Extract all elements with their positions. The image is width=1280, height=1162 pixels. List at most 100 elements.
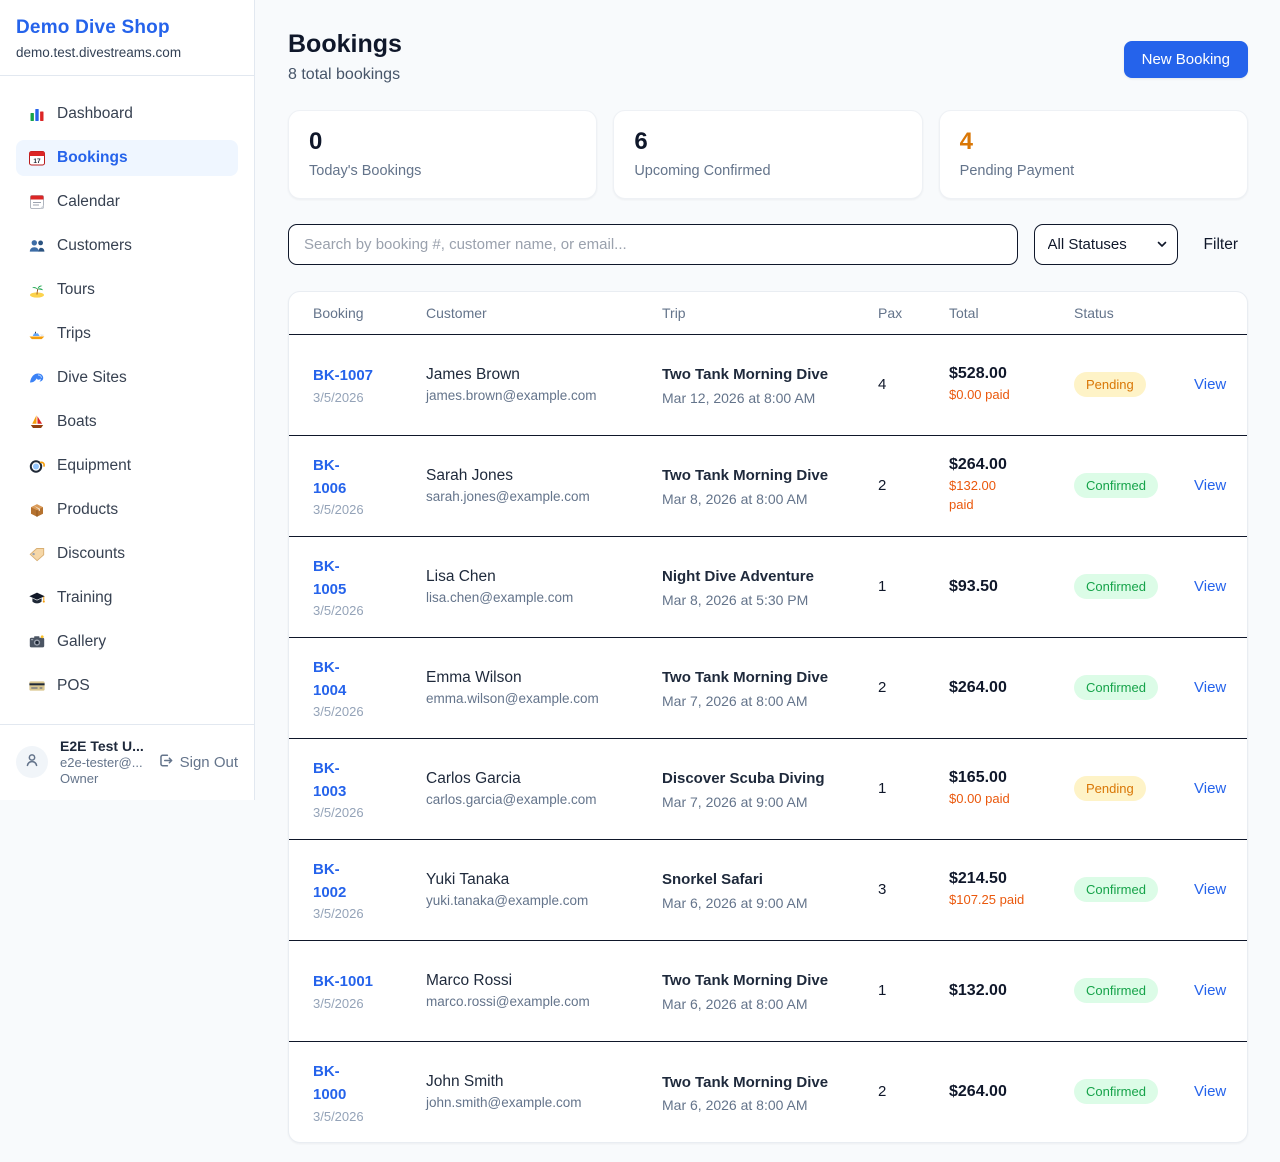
user-role: Owner (60, 771, 145, 786)
table-row: BK-10003/5/2026John Smithjohn.smith@exam… (289, 1041, 1248, 1142)
trip-name: Discover Scuba Diving (662, 767, 847, 790)
total-amount: $93.50 (949, 578, 1074, 596)
view-link[interactable]: View (1194, 780, 1226, 797)
sidebar-item-tours[interactable]: Tours (16, 272, 238, 308)
customer-email: emma.wilson@example.com (426, 691, 662, 706)
trip-time: Mar 8, 2026 at 8:00 AM (662, 491, 878, 507)
trip-name: Snorkel Safari (662, 868, 847, 891)
paid-amount: $107.25 paid (949, 891, 1074, 910)
booking-id-link[interactable]: BK-1005 (313, 555, 426, 602)
sidebar-item-label: Trips (57, 325, 91, 343)
user-info: E2E Test U... e2e-tester@... Owner (60, 738, 145, 786)
sidebar-item-pos[interactable]: POS (16, 668, 238, 704)
avatar (16, 746, 48, 778)
main-content: Bookings 8 total bookings New Booking 0T… (255, 0, 1280, 1143)
diving-mask-icon (28, 457, 46, 475)
sidebar-item-label: Boats (57, 413, 97, 431)
column-header-status: Status (1074, 292, 1194, 334)
graduation-cap-icon (28, 589, 46, 607)
total-amount: $264.00 (949, 456, 1074, 474)
sidebar-item-equipment[interactable]: Equipment (16, 448, 238, 484)
sailboat-icon (28, 413, 46, 431)
page-header: Bookings 8 total bookings New Booking (288, 30, 1248, 84)
booking-id-link[interactable]: BK-1006 (313, 454, 426, 501)
status-select[interactable]: All Statuses (1034, 224, 1178, 265)
sidebar-item-label: Calendar (57, 193, 120, 211)
paid-amount: $132.00paid (949, 477, 1011, 515)
paid-amount: $0.00 paid (949, 386, 1074, 405)
sidebar-item-label: Gallery (57, 633, 106, 651)
sidebar-item-discounts[interactable]: Discounts (16, 536, 238, 572)
booking-id-link[interactable]: BK-1003 (313, 757, 426, 804)
view-link[interactable]: View (1194, 982, 1226, 999)
booking-id-link[interactable]: BK-1004 (313, 656, 426, 703)
view-link[interactable]: View (1194, 477, 1226, 494)
new-booking-button[interactable]: New Booking (1124, 41, 1248, 78)
customer-name: John Smith (426, 1073, 662, 1091)
shop-name: Demo Dive Shop (16, 17, 238, 39)
search-input[interactable] (288, 224, 1018, 265)
sign-out-icon (157, 752, 174, 773)
paid-amount: $0.00 paid (949, 790, 1074, 809)
view-link[interactable]: View (1194, 881, 1226, 898)
total-amount: $214.50 (949, 870, 1074, 888)
trip-name: Two Tank Morning Dive (662, 666, 847, 689)
user-email: e2e-tester@... (60, 755, 145, 770)
table-row: BK-10013/5/2026Marco Rossimarco.rossi@ex… (289, 940, 1248, 1041)
sidebar-item-label: Training (57, 589, 112, 607)
view-link[interactable]: View (1194, 1083, 1226, 1100)
column-header-pax: Pax (878, 292, 949, 334)
bookings-table: BookingCustomerTripPaxTotalStatus BK-100… (289, 292, 1248, 1142)
sidebar-item-boats[interactable]: Boats (16, 404, 238, 440)
filter-row: All Statuses Filter (288, 224, 1248, 265)
status-select-wrap: All Statuses (1034, 224, 1178, 265)
status-badge: Confirmed (1074, 1079, 1158, 1104)
sign-out-button[interactable]: Sign Out (157, 752, 238, 773)
booking-id-link[interactable]: BK-1000 (313, 1060, 426, 1107)
status-badge: Confirmed (1074, 675, 1158, 700)
shop-domain: demo.test.divestreams.com (16, 45, 238, 60)
column-header-customer: Customer (426, 292, 662, 334)
svg-text:17: 17 (33, 158, 41, 165)
booking-date: 3/5/2026 (313, 603, 426, 618)
customer-email: marco.rossi@example.com (426, 994, 662, 1009)
filter-button[interactable]: Filter (1194, 236, 1248, 254)
sidebar-item-gallery[interactable]: Gallery (16, 624, 238, 660)
table-row: BK-10053/5/2026Lisa Chenlisa.chen@exampl… (289, 536, 1248, 637)
user-section: E2E Test U... e2e-tester@... Owner Sign … (0, 724, 254, 800)
user-name: E2E Test U... (60, 738, 145, 754)
sidebar-item-training[interactable]: Training (16, 580, 238, 616)
sidebar-item-trips[interactable]: Trips (16, 316, 238, 352)
sidebar-item-customers[interactable]: Customers (16, 228, 238, 264)
trip-time: Mar 8, 2026 at 5:30 PM (662, 592, 878, 608)
sidebar-item-label: Products (57, 501, 118, 519)
trip-time: Mar 6, 2026 at 8:00 AM (662, 1097, 878, 1113)
sidebar-item-label: Customers (57, 237, 132, 255)
stat-label: Today's Bookings (309, 163, 576, 179)
sidebar-item-dive-sites[interactable]: Dive Sites (16, 360, 238, 396)
sign-out-label: Sign Out (180, 754, 238, 771)
wave-icon (28, 369, 46, 387)
island-icon (28, 281, 46, 299)
package-icon (28, 501, 46, 519)
pax-count: 2 (878, 1083, 886, 1100)
sidebar-item-label: POS (57, 677, 90, 695)
view-link[interactable]: View (1194, 679, 1226, 696)
sidebar-item-label: Dashboard (57, 105, 133, 123)
sidebar-item-bookings[interactable]: 17Bookings (16, 140, 238, 176)
booking-id-link[interactable]: BK-1001 (313, 970, 426, 993)
customer-email: carlos.garcia@example.com (426, 792, 662, 807)
sidebar-item-products[interactable]: Products (16, 492, 238, 528)
table-header-row: BookingCustomerTripPaxTotalStatus (289, 292, 1248, 334)
table-row: BK-10073/5/2026James Brownjames.brown@ex… (289, 334, 1248, 435)
sidebar-item-dashboard[interactable]: Dashboard (16, 96, 238, 132)
trip-name: Night Dive Adventure (662, 565, 847, 588)
view-link[interactable]: View (1194, 578, 1226, 595)
table-row: BK-10023/5/2026Yuki Tanakayuki.tanaka@ex… (289, 839, 1248, 940)
sidebar-item-calendar[interactable]: Calendar (16, 184, 238, 220)
booking-id-link[interactable]: BK-1002 (313, 858, 426, 905)
booking-id-link[interactable]: BK-1007 (313, 364, 426, 387)
page-title: Bookings (288, 30, 402, 59)
view-link[interactable]: View (1194, 376, 1226, 393)
total-amount: $132.00 (949, 982, 1074, 1000)
